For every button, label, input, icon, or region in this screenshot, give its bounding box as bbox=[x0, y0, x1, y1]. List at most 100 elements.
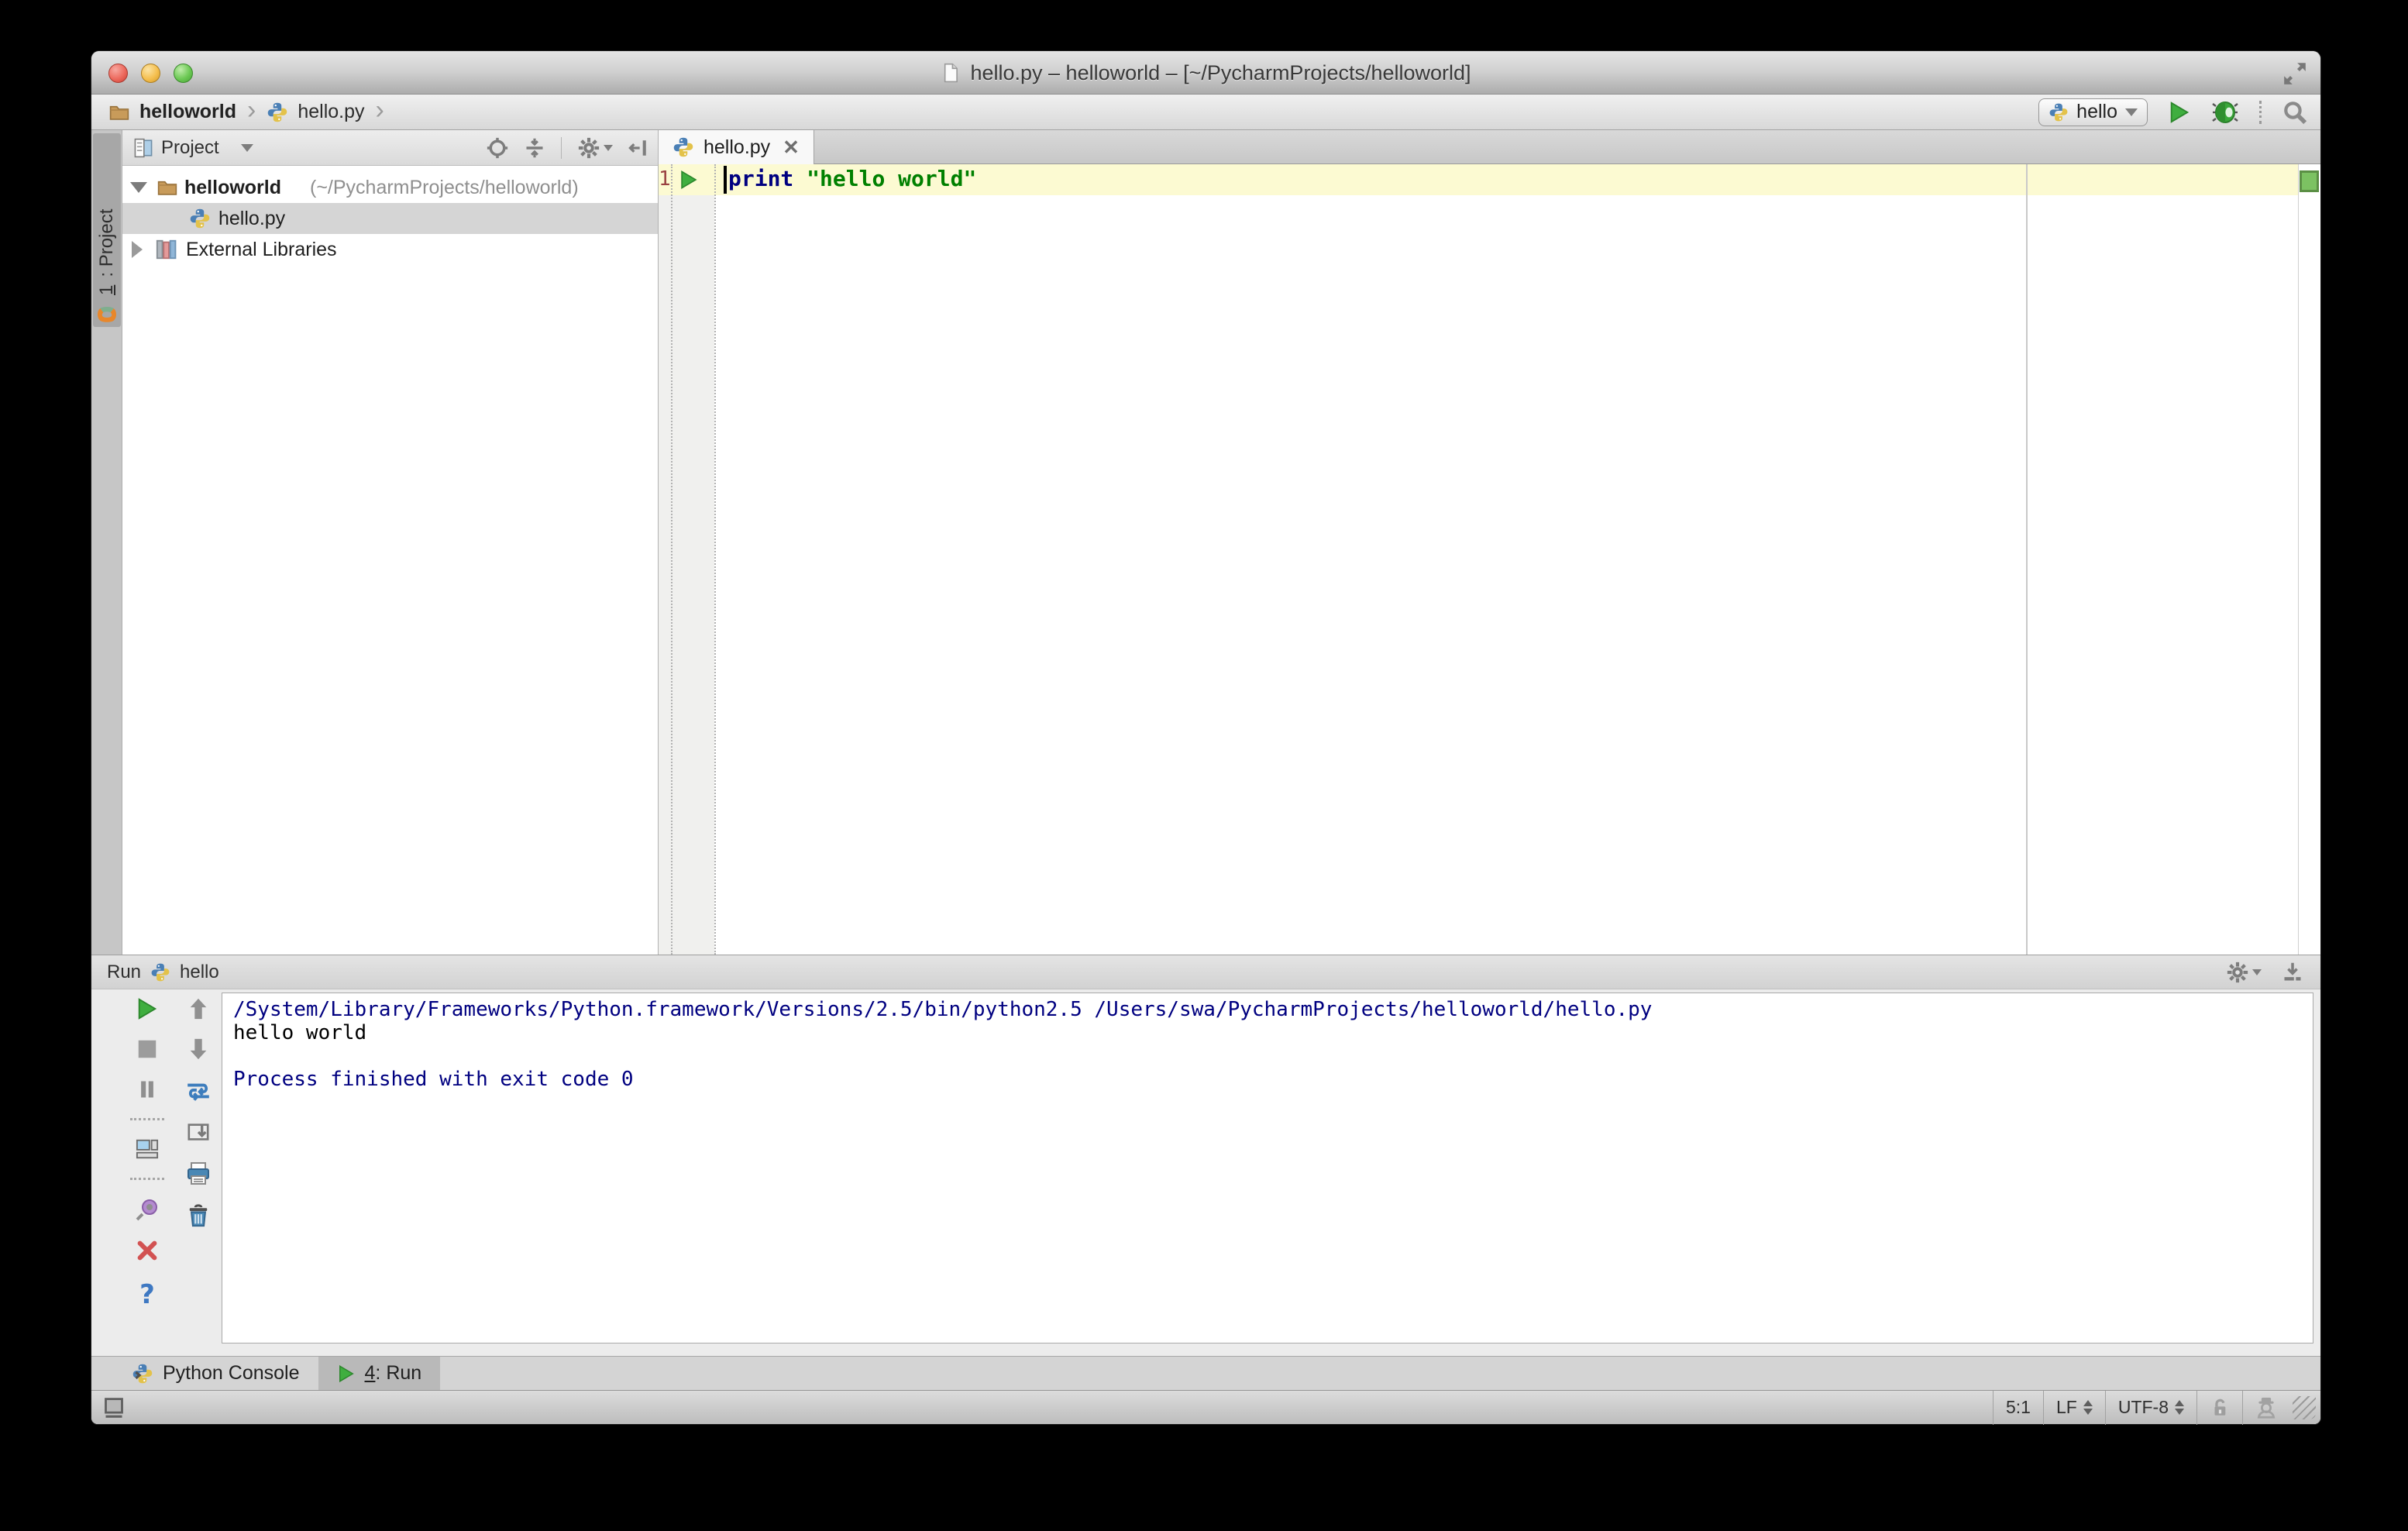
chevron-down-icon bbox=[2125, 108, 2138, 116]
clear-all-icon[interactable] bbox=[187, 1203, 210, 1228]
run-configuration-label: hello bbox=[2076, 101, 2117, 122]
separator bbox=[561, 136, 562, 159]
editor-tab-hello-py[interactable]: hello.py ✕ bbox=[659, 130, 814, 164]
sort-arrows-icon bbox=[2083, 1400, 2093, 1415]
run-panel-config: hello bbox=[180, 961, 219, 982]
caret-position-widget[interactable]: 5:1 bbox=[1993, 1390, 2043, 1425]
print-icon[interactable] bbox=[186, 1161, 211, 1186]
python-console-tab[interactable]: Python Console bbox=[113, 1357, 318, 1391]
editor-tab-label: hello.py bbox=[703, 136, 771, 158]
document-icon bbox=[944, 63, 958, 83]
right-margin-guide bbox=[2026, 164, 2028, 955]
line-number[interactable]: 1 bbox=[659, 167, 671, 191]
down-stack-trace-icon[interactable] bbox=[187, 1037, 210, 1061]
main-toolbar: helloworld › hello.py › hello bbox=[91, 95, 2320, 130]
scroll-to-end-icon[interactable] bbox=[186, 1121, 211, 1144]
gutter-separator bbox=[671, 164, 673, 955]
tree-row-external-libraries[interactable]: External Libraries bbox=[122, 234, 658, 265]
rerun-button[interactable] bbox=[136, 997, 159, 1020]
soft-wrap-icon[interactable] bbox=[185, 1078, 212, 1104]
inspection-status-indicator[interactable] bbox=[2300, 170, 2319, 192]
encoding-widget[interactable]: UTF-8 bbox=[2104, 1390, 2196, 1425]
run-toolbar-primary: ? bbox=[126, 997, 169, 1310]
project-panel-title[interactable]: Project bbox=[161, 137, 219, 159]
status-bar: 5:1 LF UTF-8 bbox=[91, 1390, 2320, 1425]
hide-tool-window-icon[interactable] bbox=[2282, 961, 2303, 984]
run-toolbar-secondary bbox=[177, 997, 220, 1228]
run-button[interactable] bbox=[2168, 100, 2191, 125]
tree-file-name: hello.py bbox=[218, 207, 286, 229]
python-console-tab-label: Python Console bbox=[163, 1362, 300, 1384]
gear-icon bbox=[577, 136, 600, 160]
run-console-output[interactable]: /System/Library/Frameworks/Python.framew… bbox=[222, 993, 2313, 1343]
up-stack-trace-icon[interactable] bbox=[187, 997, 210, 1020]
project-panel-header: Project bbox=[122, 130, 658, 166]
debug-button[interactable] bbox=[2211, 100, 2239, 125]
tree-project-name: helloworld bbox=[184, 176, 281, 198]
left-tool-window-stripe: 1: Project bbox=[91, 130, 122, 955]
window-title: hello.py – helloworld – [~/PycharmProjec… bbox=[970, 60, 1471, 84]
editor-content[interactable]: 1 print "hello world" bbox=[659, 164, 2320, 955]
run-tab[interactable]: 4: Run bbox=[318, 1356, 441, 1391]
close-tab-button[interactable] bbox=[136, 1239, 159, 1262]
console-line: Process finished with exit code 0 bbox=[233, 1068, 634, 1091]
separator bbox=[130, 1118, 164, 1120]
breadcrumb: helloworld › hello.py › bbox=[91, 95, 386, 125]
project-settings-button[interactable] bbox=[577, 136, 613, 160]
expand-arrow-icon[interactable] bbox=[132, 241, 143, 258]
breadcrumb-project[interactable]: helloworld bbox=[139, 101, 236, 123]
tree-row-hello-py[interactable]: hello.py bbox=[122, 203, 658, 234]
run-tab-label: 4: Run bbox=[364, 1362, 422, 1384]
python-file-icon bbox=[673, 137, 693, 157]
sort-arrows-icon bbox=[2175, 1400, 2184, 1415]
chevron-down-icon bbox=[2252, 968, 2262, 975]
locate-target-icon[interactable] bbox=[487, 137, 508, 159]
project-panel: Project helloworld (~/PycharmProjects/he… bbox=[122, 130, 659, 955]
pause-output-button[interactable] bbox=[136, 1078, 158, 1101]
current-line-highlight: 1 print "hello world" bbox=[659, 164, 2298, 195]
project-tool-window-button[interactable]: 1: Project bbox=[93, 133, 121, 327]
folder-icon bbox=[109, 105, 129, 120]
chevron-right-icon: › bbox=[375, 95, 384, 125]
breadcrumb-file[interactable]: hello.py bbox=[298, 101, 364, 123]
read-only-toggle[interactable] bbox=[2196, 1390, 2242, 1425]
fullscreen-icon[interactable] bbox=[2282, 60, 2308, 87]
collapse-arrow-icon[interactable] bbox=[130, 182, 147, 193]
run-panel-body: ? /System/Library/Frameworks/Python.fram… bbox=[91, 989, 2320, 1356]
run-icon bbox=[339, 1365, 353, 1381]
code-line-1: print "hello world" bbox=[728, 166, 977, 191]
resize-grip[interactable] bbox=[2293, 1395, 2316, 1419]
restore-layout-button[interactable] bbox=[135, 1137, 160, 1161]
hector-inspections-widget[interactable] bbox=[2242, 1390, 2289, 1425]
hide-panel-icon[interactable] bbox=[628, 137, 648, 159]
pycharm-project-icon bbox=[97, 307, 117, 322]
project-button-mnemonic: 1 bbox=[96, 284, 117, 295]
project-view-icon bbox=[134, 138, 153, 157]
search-icon[interactable] bbox=[2282, 99, 2308, 126]
stop-button[interactable] bbox=[136, 1037, 159, 1061]
titlebar[interactable]: hello.py – helloworld – [~/PycharmProjec… bbox=[91, 51, 2320, 95]
gear-icon bbox=[2226, 961, 2249, 984]
folder-icon bbox=[157, 181, 177, 195]
close-tab-icon[interactable]: ✕ bbox=[779, 136, 800, 160]
help-icon[interactable]: ? bbox=[139, 1279, 155, 1310]
pin-tab-button[interactable] bbox=[135, 1197, 160, 1222]
python-file-icon bbox=[268, 102, 287, 122]
gutter-run-icon[interactable] bbox=[679, 170, 699, 190]
run-settings-button[interactable] bbox=[2226, 961, 2262, 984]
bottom-tool-window-bar: Python Console 4: Run bbox=[91, 1356, 2320, 1391]
run-configuration-select[interactable]: hello bbox=[2038, 98, 2148, 126]
text-caret bbox=[724, 166, 727, 194]
console-line: /System/Library/Frameworks/Python.framew… bbox=[233, 998, 1653, 1021]
line-separator-widget[interactable]: LF bbox=[2042, 1390, 2105, 1425]
tree-row-project-root[interactable]: helloworld (~/PycharmProjects/helloworld… bbox=[122, 172, 658, 203]
chevron-down-icon[interactable] bbox=[240, 143, 253, 152]
pycharm-window: hello.py – helloworld – [~/PycharmProjec… bbox=[91, 51, 2320, 1425]
python-console-icon bbox=[132, 1364, 153, 1383]
python-icon bbox=[2049, 103, 2068, 121]
console-line: hello world bbox=[233, 1021, 367, 1044]
tree-external-libraries: External Libraries bbox=[186, 238, 337, 260]
toggle-tool-window-bars-icon[interactable] bbox=[102, 1397, 126, 1419]
chevron-right-icon: › bbox=[247, 95, 256, 125]
collapse-all-icon[interactable] bbox=[524, 137, 545, 159]
